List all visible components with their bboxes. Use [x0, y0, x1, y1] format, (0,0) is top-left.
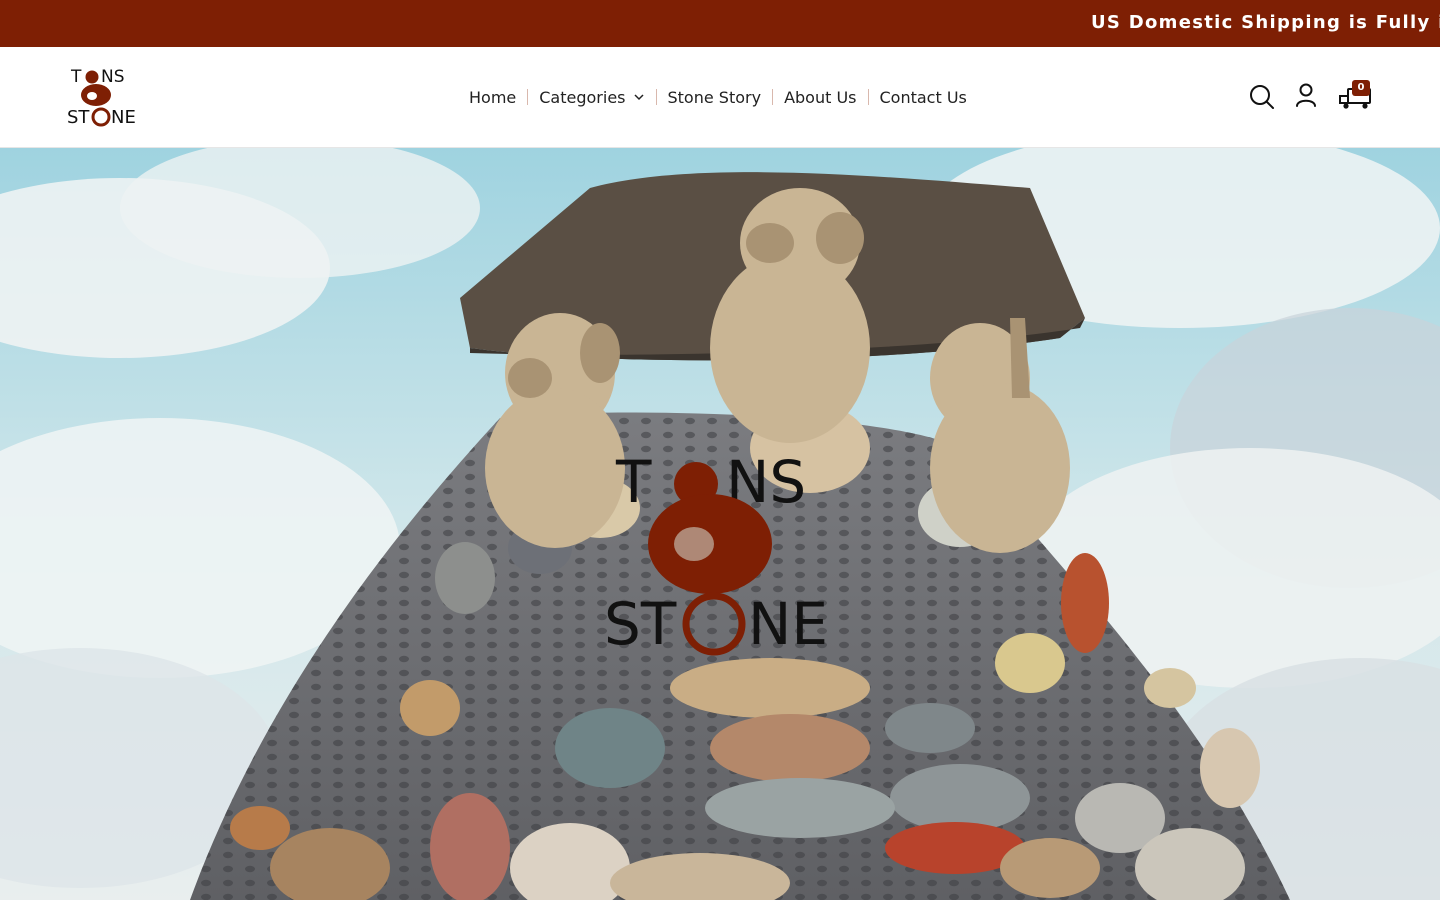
- hero-logo-letters-st: ST: [604, 590, 677, 658]
- site-header: T NS ST NE Home Categories Stone Story A…: [0, 47, 1440, 148]
- main-nav: Home Categories Stone Story About Us Con…: [458, 85, 978, 109]
- announcement-bar: US Domestic Shipping is Fully in: [0, 0, 1440, 47]
- nav-home[interactable]: Home: [458, 85, 527, 109]
- nav-categories-label: Categories: [539, 87, 626, 107]
- hero-logo: T NS ST NE: [596, 444, 844, 660]
- nav-stone-story-label: Stone Story: [667, 87, 762, 107]
- svg-text:ST: ST: [67, 107, 90, 128]
- user-icon[interactable]: [1294, 81, 1322, 111]
- chevron-down-icon: [633, 91, 645, 103]
- cart-count-badge: 0: [1352, 80, 1370, 96]
- nav-home-label: Home: [469, 87, 517, 107]
- nav-stone-story[interactable]: Stone Story: [657, 85, 773, 109]
- svg-text:T: T: [70, 67, 82, 87]
- svg-text:NE: NE: [111, 107, 136, 128]
- search-icon[interactable]: [1248, 81, 1276, 111]
- nav-about-us[interactable]: About Us: [773, 85, 867, 109]
- nav-categories[interactable]: Categories: [528, 85, 655, 109]
- svg-text:NS: NS: [101, 67, 125, 87]
- announcement-text: US Domestic Shipping is Fully in: [1091, 12, 1440, 33]
- hero-banner[interactable]: T NS ST NE: [0, 148, 1440, 900]
- hero-logo-letter-t: T: [615, 448, 652, 516]
- logo-icon: T NS ST NE: [67, 67, 136, 128]
- nav-contact-us-label: Contact Us: [879, 87, 967, 107]
- site-logo[interactable]: T NS ST NE: [66, 65, 138, 129]
- hero-logo-letters-ne: NE: [748, 590, 828, 658]
- hero-logo-icon: T NS ST NE: [604, 448, 828, 658]
- nav-contact-us[interactable]: Contact Us: [869, 85, 978, 109]
- nav-about-us-label: About Us: [784, 87, 857, 107]
